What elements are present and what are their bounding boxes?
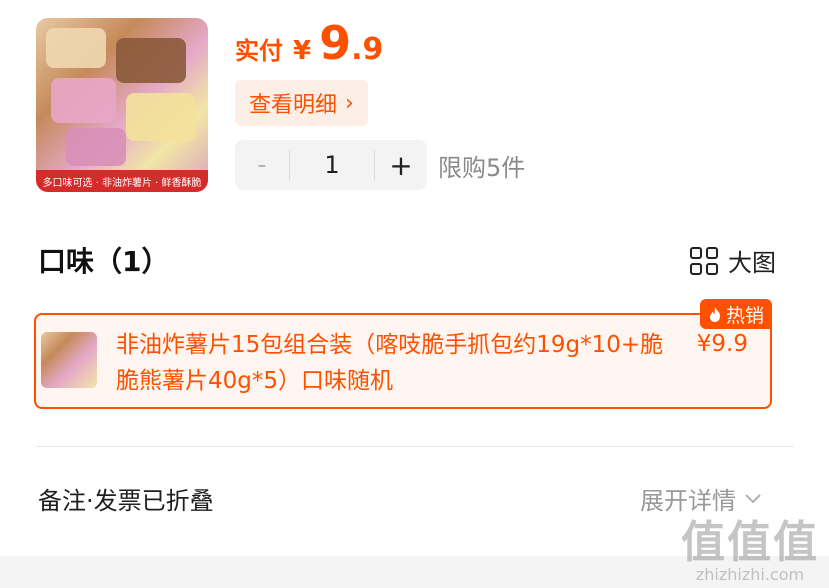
expand-details-button[interactable]: 展开详情 bbox=[640, 481, 762, 516]
thumb-pack-1 bbox=[46, 28, 106, 68]
price-label: 实付 bbox=[235, 37, 283, 65]
option-price: ¥9.9 bbox=[696, 331, 748, 357]
increase-button[interactable]: + bbox=[375, 149, 427, 182]
price-decimal: 9 bbox=[362, 32, 384, 67]
large-view-toggle[interactable]: 大图 bbox=[690, 243, 776, 278]
thumb-pack-5 bbox=[66, 128, 126, 166]
option-thumbnail bbox=[41, 332, 97, 388]
price-integer: 9 bbox=[319, 16, 352, 70]
purchase-limit: 限购5件 bbox=[438, 154, 526, 182]
price-dot: . bbox=[351, 32, 363, 67]
decrease-button[interactable]: - bbox=[235, 150, 289, 180]
thumb-pack-4 bbox=[126, 93, 196, 141]
thumb-pack-3 bbox=[51, 78, 116, 123]
currency-symbol: ¥ bbox=[293, 36, 312, 66]
thumbnail-caption: 多口味可选 · 非油炸薯片 · 鲜香酥脆 bbox=[36, 170, 208, 192]
flame-icon bbox=[709, 306, 721, 322]
view-details-label: 查看明细 bbox=[249, 93, 338, 118]
hot-sale-badge: 热销 bbox=[699, 299, 772, 329]
flavor-section-title: 口味（1） bbox=[38, 245, 170, 278]
quantity-value[interactable]: 1 bbox=[290, 151, 374, 179]
remark-invoice-label: 备注·发票已折叠 bbox=[38, 487, 214, 515]
watermark: 值值值 zhizhizhi.com bbox=[681, 517, 819, 585]
view-details-button[interactable]: 查看明细 › bbox=[235, 80, 368, 126]
paid-price: 实付 ¥ 9 . 9 bbox=[235, 20, 383, 67]
grid-icon bbox=[690, 246, 718, 275]
expand-details-label: 展开详情 bbox=[640, 487, 736, 515]
divider bbox=[36, 446, 794, 447]
chevron-right-icon: › bbox=[345, 90, 354, 116]
thumb-pack-2 bbox=[116, 38, 186, 83]
watermark-site: zhizhizhi.com bbox=[695, 565, 805, 584]
chevron-down-icon bbox=[745, 493, 761, 503]
flavor-option-selected[interactable]: 非油炸薯片15包组合装（喀吱脆手抓包约19g*10+脆脆熊薯片40g*5）口味随… bbox=[34, 299, 772, 409]
option-name: 非油炸薯片15包组合装（喀吱脆手抓包约19g*10+脆脆熊薯片40g*5）口味随… bbox=[116, 332, 664, 394]
hot-sale-label: 热销 bbox=[725, 304, 764, 327]
large-view-label: 大图 bbox=[728, 249, 776, 277]
product-image[interactable]: 多口味可选 · 非油炸薯片 · 鲜香酥脆 bbox=[36, 18, 208, 192]
quantity-stepper: - 1 + bbox=[235, 140, 427, 190]
watermark-logo: 值值值 bbox=[681, 517, 819, 568]
